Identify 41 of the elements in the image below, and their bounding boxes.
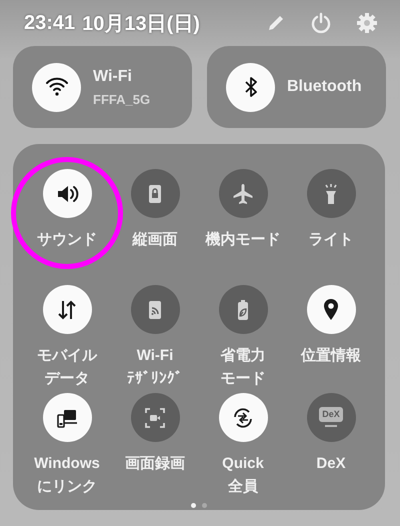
tile-label: 縦画面 (132, 230, 178, 250)
dex-toggle[interactable]: DeX (306, 393, 356, 442)
pencil-icon[interactable] (266, 13, 286, 33)
tile-label: Wi-Fi (136, 346, 174, 366)
link-toggle[interactable] (42, 393, 92, 442)
tile-label: 位置情報 (301, 346, 361, 366)
tile-label: モード (220, 369, 266, 389)
location-toggle[interactable] (306, 285, 356, 334)
page-dot[interactable] (202, 503, 207, 508)
tile-label: モバイル (37, 346, 97, 366)
share-toggle[interactable] (218, 393, 268, 442)
card-label: Bluetooth (287, 78, 362, 96)
tile-label: サウンド (37, 230, 97, 250)
tile-label: 画面録画 (125, 454, 185, 474)
network-name: FFFA_5G (93, 92, 150, 106)
settings-icon[interactable] (356, 12, 378, 34)
tile-label: Windows (34, 454, 100, 474)
clock-time: 23:41 (24, 12, 76, 34)
date-text: 10月13日(日) (82, 12, 201, 36)
sound-toggle[interactable] (42, 169, 92, 218)
rotate-toggle[interactable] (130, 169, 180, 218)
wifi-card[interactable]: Wi-Fi FFFA_5G (13, 46, 192, 128)
tile-label: データ (44, 369, 90, 389)
tile-label: ライト (308, 230, 354, 250)
tile-label: 全員 (228, 477, 258, 497)
card-label: Wi-Fi (93, 68, 133, 86)
tile-label: ﾃｻﾞﾘﾝｸﾞ (127, 369, 183, 389)
tile-label: Quick (222, 454, 264, 474)
hotspot-toggle[interactable] (130, 285, 180, 334)
page-dot[interactable] (191, 503, 196, 508)
record-toggle[interactable] (130, 393, 180, 442)
tile-label: 機内モード (206, 230, 280, 250)
power-icon[interactable] (310, 12, 332, 34)
battery-toggle[interactable] (218, 285, 268, 334)
bluetooth-card[interactable]: Bluetooth (207, 46, 386, 128)
tile-label: にリンク (36, 477, 97, 497)
tile-label: 省電力 (220, 346, 266, 366)
data-toggle[interactable] (42, 285, 92, 334)
airplane-toggle[interactable] (218, 169, 268, 218)
tile-label: DeX (316, 454, 346, 474)
flashlight-toggle[interactable] (306, 169, 356, 218)
